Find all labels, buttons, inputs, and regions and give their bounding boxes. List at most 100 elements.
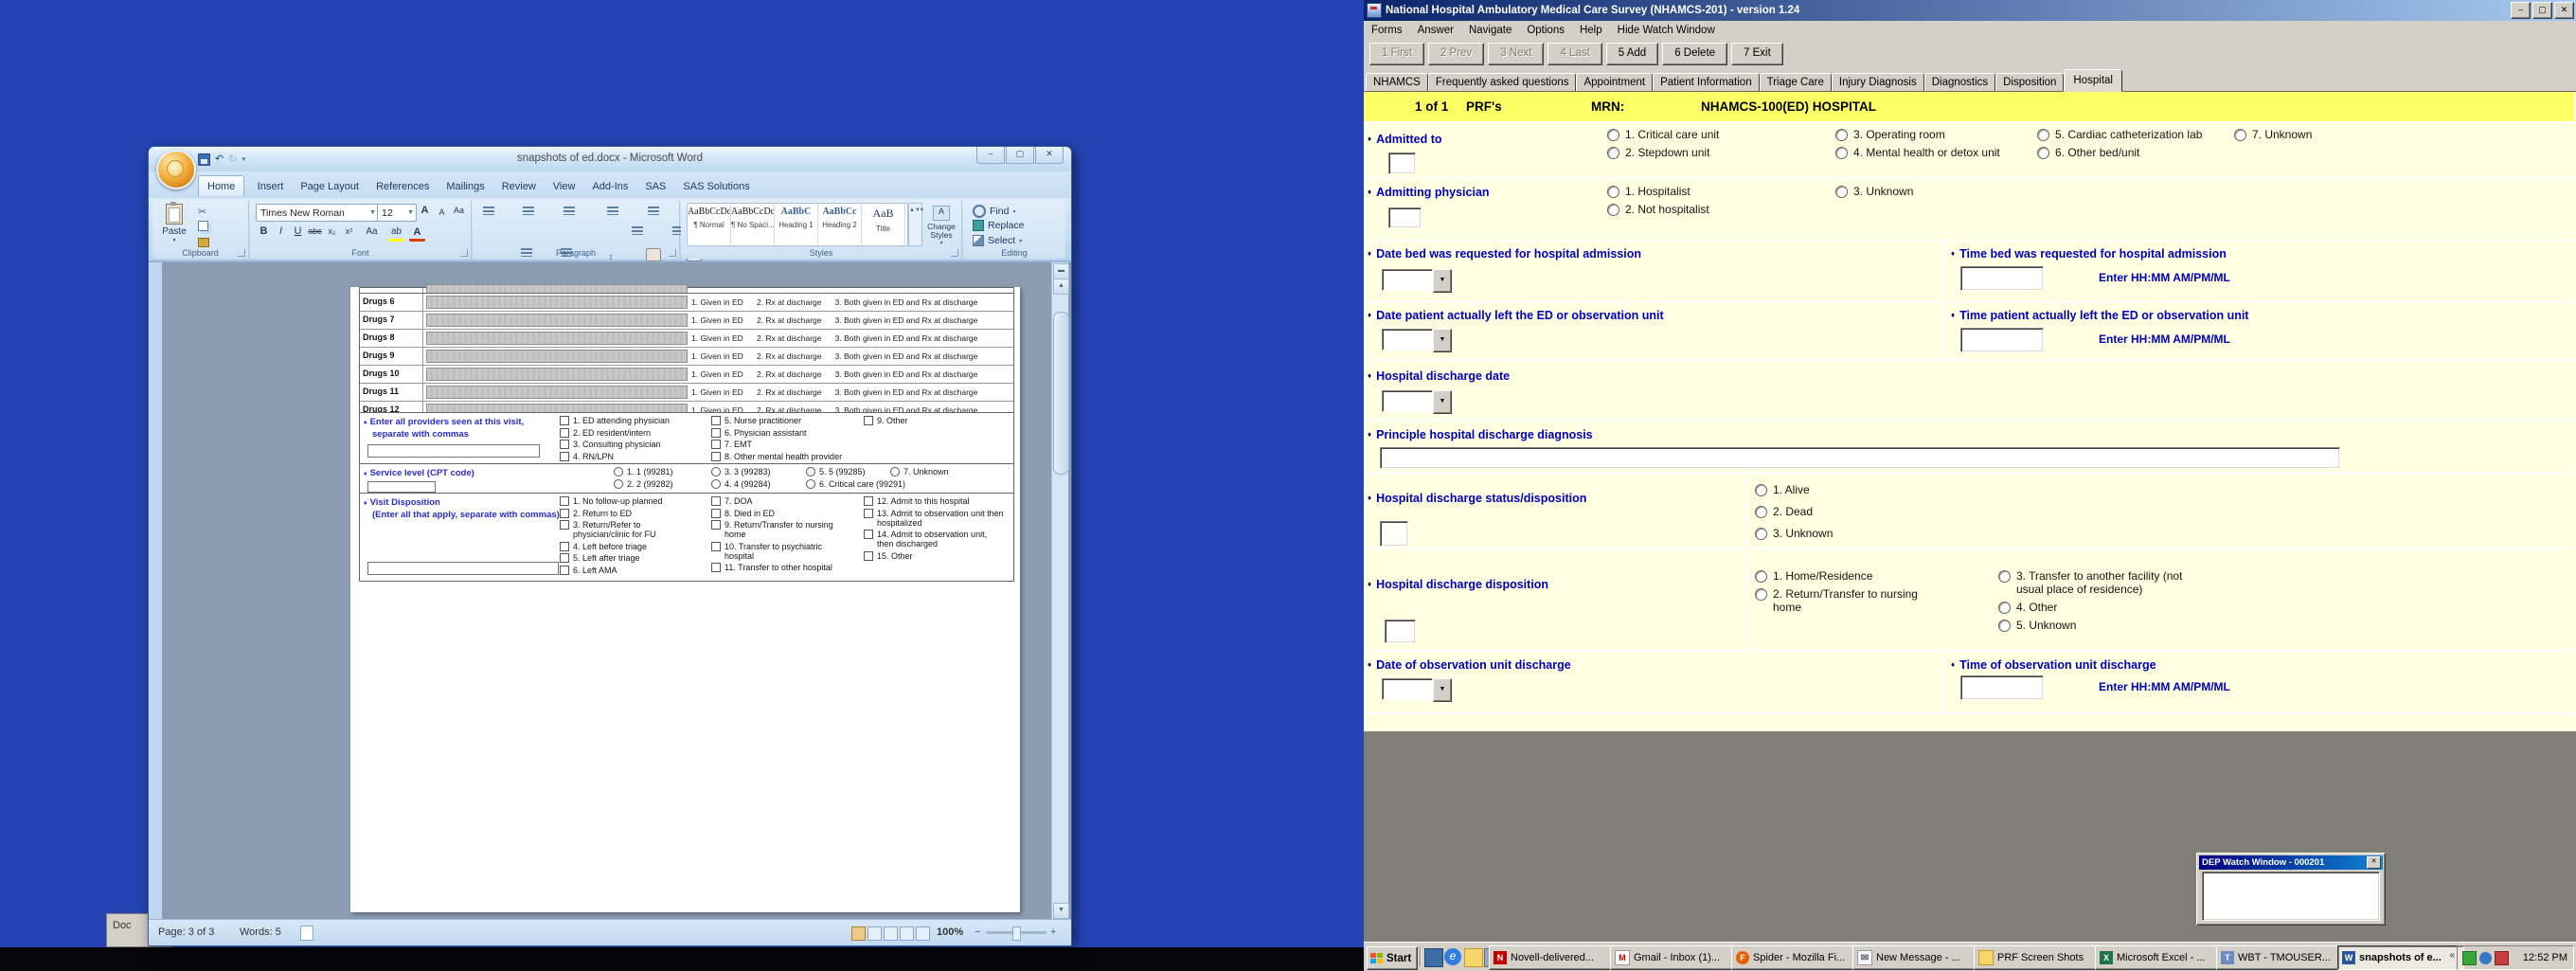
form-tab[interactable]: Triage Care bbox=[1760, 73, 1832, 92]
checkbox[interactable] bbox=[711, 452, 721, 461]
word-close-button[interactable]: ✕ bbox=[1035, 147, 1064, 164]
tray-shield-icon[interactable] bbox=[2462, 951, 2477, 965]
ribbon-tab[interactable]: Insert bbox=[249, 176, 293, 196]
word-minimize-button[interactable]: – bbox=[976, 147, 1005, 164]
menu-item[interactable]: Options bbox=[1519, 22, 1572, 39]
checkbox[interactable] bbox=[560, 496, 569, 506]
service-level-input[interactable] bbox=[367, 481, 436, 493]
nhamcs-maximize-button[interactable]: ▢ bbox=[2532, 2, 2552, 19]
start-button[interactable]: Start bbox=[1367, 946, 1418, 970]
task-button[interactable]: New Message - ... bbox=[1852, 945, 1979, 970]
checkbox[interactable] bbox=[711, 563, 721, 572]
change-case-button[interactable]: Aa bbox=[364, 225, 380, 240]
menu-item[interactable]: Hide Watch Window bbox=[1610, 22, 1723, 39]
style-gallery-item[interactable]: AaBbCc Heading 2 bbox=[818, 204, 862, 244]
date-bed-requested-combo[interactable]: ▼ bbox=[1382, 269, 1452, 293]
combo-dropdown-icon[interactable]: ▼ bbox=[1433, 269, 1452, 293]
task-button[interactable]: WBT - TMOUSER... bbox=[2216, 945, 2343, 970]
select-button[interactable]: Select ▾ bbox=[973, 235, 1022, 246]
combo-dropdown-icon[interactable]: ▼ bbox=[1433, 678, 1452, 702]
proofing-status-icon[interactable] bbox=[300, 926, 313, 941]
increase-indent-icon[interactable] bbox=[645, 203, 662, 218]
font-size-dropdown-icon[interactable]: ▼ bbox=[403, 209, 414, 216]
discharge-diagnosis-input[interactable] bbox=[1380, 447, 2340, 469]
radio-button[interactable] bbox=[711, 479, 721, 489]
admitting-physician-input[interactable] bbox=[1388, 207, 1422, 228]
superscript-button[interactable]: x² bbox=[341, 225, 357, 240]
date-observation-discharge-combo[interactable]: ▼ bbox=[1382, 678, 1452, 702]
font-dialog-launcher-icon[interactable] bbox=[460, 249, 468, 257]
task-button[interactable]: Novell-delivered... bbox=[1489, 945, 1616, 970]
checkbox[interactable] bbox=[711, 542, 721, 551]
menu-item[interactable]: Answer bbox=[1410, 22, 1461, 39]
word-count[interactable]: Words: 5 bbox=[240, 926, 281, 938]
scroll-split-button[interactable]: ▬ bbox=[1053, 263, 1069, 279]
replace-button[interactable]: Replace bbox=[973, 220, 1025, 231]
discharge-disposition-input[interactable] bbox=[1385, 620, 1416, 643]
ribbon-tab[interactable]: View bbox=[545, 176, 584, 196]
print-layout-view-icon[interactable] bbox=[851, 926, 866, 941]
combo-value-field[interactable] bbox=[1382, 329, 1433, 351]
checkbox[interactable] bbox=[560, 509, 569, 518]
discharge-date-combo[interactable]: ▼ bbox=[1382, 390, 1452, 414]
vertical-scrollbar[interactable]: ▬ ▲ ▼ bbox=[1051, 262, 1068, 920]
full-screen-view-icon[interactable] bbox=[868, 926, 882, 941]
form-tab[interactable]: Injury Diagnosis bbox=[1832, 73, 1924, 92]
find-button[interactable]: Find ▾ bbox=[973, 205, 1015, 218]
ribbon-tab[interactable]: SAS bbox=[636, 176, 674, 196]
outline-view-icon[interactable] bbox=[900, 926, 914, 941]
office-button[interactable] bbox=[156, 150, 196, 189]
menu-item[interactable]: Help bbox=[1572, 22, 1610, 39]
text-highlight-button[interactable]: ab bbox=[388, 226, 404, 242]
word-maximize-button[interactable]: ▢ bbox=[1006, 147, 1034, 164]
combo-value-field[interactable] bbox=[1382, 269, 1433, 291]
scroll-up-icon[interactable]: ▲ bbox=[1053, 279, 1069, 295]
quick-launch-folder-icon[interactable] bbox=[1464, 948, 1483, 967]
watch-window-list[interactable] bbox=[2202, 872, 2380, 921]
checkbox[interactable] bbox=[560, 566, 569, 575]
checkbox[interactable] bbox=[711, 440, 721, 449]
toolbar-button[interactable]: 6 Delete bbox=[1662, 43, 1727, 65]
quick-launch-internet-explorer-icon[interactable]: e bbox=[1444, 948, 1461, 965]
styles-dialog-launcher-icon[interactable] bbox=[951, 249, 958, 257]
word-titlebar[interactable]: ↶ ↻ ▾ snapshots of ed.docx - Microsoft W… bbox=[149, 147, 1071, 171]
form-tab[interactable]: Disposition bbox=[1995, 73, 2064, 92]
checkbox[interactable] bbox=[711, 520, 721, 530]
web-layout-view-icon[interactable] bbox=[884, 926, 898, 941]
checkbox[interactable] bbox=[560, 452, 569, 461]
scroll-down-icon[interactable]: ▼ bbox=[1053, 903, 1069, 919]
font-family-dropdown-icon[interactable]: ▼ bbox=[366, 209, 376, 216]
radio-button[interactable] bbox=[1607, 186, 1619, 198]
radio-button[interactable] bbox=[614, 467, 623, 477]
page-indicator[interactable]: Page: 3 of 3 bbox=[158, 926, 214, 938]
radio-button[interactable] bbox=[711, 467, 721, 477]
task-button[interactable]: Gmail - Inbox (1)... bbox=[1610, 945, 1737, 970]
checkbox[interactable] bbox=[560, 520, 569, 530]
drug-input-field[interactable] bbox=[426, 296, 688, 309]
zoom-slider-thumb[interactable] bbox=[1012, 926, 1021, 941]
radio-button[interactable] bbox=[1607, 147, 1619, 159]
form-tab[interactable]: Patient Information bbox=[1653, 73, 1760, 92]
style-gallery-item[interactable]: AaBbCcDc ¶ Normal bbox=[688, 204, 731, 244]
tray-antivirus-icon[interactable] bbox=[2495, 951, 2509, 965]
style-gallery-item[interactable]: AaB Title bbox=[862, 204, 905, 244]
grow-font-button[interactable]: A bbox=[417, 204, 433, 219]
drug-input-field[interactable] bbox=[426, 314, 688, 327]
form-tab[interactable]: Diagnostics bbox=[1924, 73, 1995, 92]
nhamcs-minimize-button[interactable]: – bbox=[2511, 2, 2531, 19]
checkbox[interactable] bbox=[864, 416, 873, 425]
paste-dropdown-icon[interactable]: ▾ bbox=[160, 237, 188, 243]
providers-input[interactable] bbox=[367, 444, 540, 458]
strikethrough-button[interactable]: abc bbox=[307, 225, 323, 240]
checkbox[interactable] bbox=[864, 509, 873, 518]
drug-input-field[interactable] bbox=[426, 368, 688, 381]
combo-dropdown-icon[interactable]: ▼ bbox=[1433, 390, 1452, 414]
checkbox[interactable] bbox=[864, 551, 873, 561]
time-left-ed-input[interactable] bbox=[1960, 328, 2044, 352]
style-gallery-item[interactable]: AaBbC Heading 1 bbox=[775, 204, 818, 244]
ribbon-tab[interactable]: Add-Ins bbox=[583, 176, 636, 196]
checkbox[interactable] bbox=[560, 428, 569, 438]
paragraph-dialog-launcher-icon[interactable] bbox=[669, 249, 676, 257]
ribbon-tab[interactable]: SAS Solutions bbox=[674, 176, 758, 196]
time-bed-requested-input[interactable] bbox=[1960, 266, 2044, 291]
